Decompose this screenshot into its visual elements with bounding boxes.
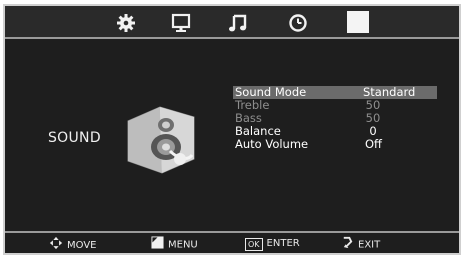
menu-hint: MENU [151, 236, 198, 252]
gear-icon[interactable] [115, 12, 137, 34]
menu-tab-bar [5, 6, 459, 39]
section-title: SOUND [48, 130, 101, 146]
menu-row-treble[interactable]: Treble 50 [233, 99, 437, 112]
enter-hint: OK ENTER [245, 236, 300, 252]
sound-settings-list: Sound Mode Standard Treble 50 Bass 50 Ba… [233, 86, 437, 151]
clock-icon[interactable] [287, 12, 309, 34]
return-arrow-icon [341, 236, 354, 255]
music-note-icon[interactable] [227, 12, 249, 34]
menu-value: Off [365, 137, 382, 151]
speaker-icon [122, 101, 198, 177]
move-hint: MOVE [49, 236, 96, 252]
ok-key-icon: OK [245, 237, 263, 251]
monitor-icon[interactable] [170, 12, 192, 34]
key-hint-bar: MOVE MENU OK ENTER EXIT [5, 231, 459, 253]
menu-key-icon [151, 236, 164, 255]
exit-hint: EXIT [341, 236, 380, 252]
tv-osd-screen: SOUND Sound Mode Standard Treble 50 Bass… [3, 4, 461, 255]
menu-label: Auto Volume [235, 137, 309, 151]
menu-row-auto-volume[interactable]: Auto Volume Off [233, 138, 437, 151]
selected-tab-icon[interactable] [347, 11, 369, 33]
dpad-arrows-icon [49, 236, 63, 256]
